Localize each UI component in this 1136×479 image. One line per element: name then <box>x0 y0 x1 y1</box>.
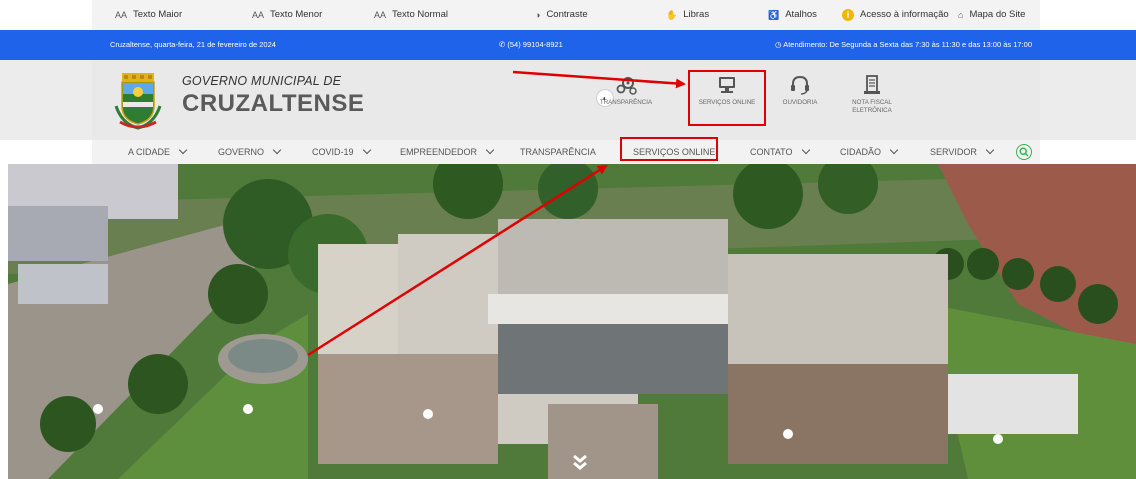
nav-item-label: TRANSPARÊNCIA <box>520 147 596 157</box>
chevron-down-icon <box>272 145 282 155</box>
quick-link-transparencia[interactable]: TRANSPARÊNCIA <box>588 74 664 107</box>
main-navigation: A CIDADE GOVERNO COVID-19 EMPREENDEDOR T… <box>0 137 1136 164</box>
info-bar: Cruzaltense, quarta-feira, 21 de feverei… <box>0 30 1136 60</box>
contraste-button[interactable]: ◑ Contraste <box>535 0 588 30</box>
contraste-label: Contraste <box>546 9 588 20</box>
nav-item-transparencia[interactable]: TRANSPARÊNCIA <box>520 140 596 164</box>
search-icon <box>1019 147 1029 157</box>
font-size-reset-icon: AA <box>374 10 387 20</box>
contrast-icon: ◑ <box>535 10 541 20</box>
libras-button[interactable]: ✋ Libras <box>666 0 709 30</box>
accessibility-bar-inner: AA Texto Maior AA Texto Menor AA Texto Norm… <box>92 0 1040 30</box>
texto-normal-label: Texto Normal <box>392 9 448 20</box>
chevron-down-icon <box>985 145 995 155</box>
chevron-down-icon <box>485 145 495 155</box>
nav-item-label: CIDADÃO <box>840 147 882 157</box>
receipt-icon <box>864 75 880 94</box>
quick-link-ouvidoria[interactable]: OUVIDORIA <box>762 74 838 107</box>
texto-menor-button[interactable]: AA Texto Menor <box>252 0 322 30</box>
texto-menor-label: Texto Menor <box>270 9 323 20</box>
info-icon: i <box>842 9 854 21</box>
nav-item-label: SERVIDOR <box>930 147 977 157</box>
nav-item-label: GOVERNO <box>218 147 265 157</box>
quick-link-transparencia-label: TRANSPARÊNCIA <box>599 99 653 106</box>
annotation-highlight-quick-link <box>688 70 766 126</box>
nav-item-governo[interactable]: GOVERNO <box>218 140 282 164</box>
annotation-highlight-nav-item <box>620 137 718 161</box>
search-button[interactable] <box>1016 144 1032 160</box>
header-title[interactable]: CRUZALTENSE <box>182 90 364 118</box>
accessibility-bar: AA Texto Maior AA Texto Menor AA Texto Norm… <box>0 0 1136 30</box>
nav-item-label: EMPREENDEDOR <box>400 147 478 157</box>
phone-number: (54) 99104-8921 <box>507 40 563 49</box>
mapa-site-label: Mapa do Site <box>969 9 1026 20</box>
chevron-down-icon <box>178 145 188 155</box>
quick-link-nota-fiscal-label: NOTA FISCAL ELETRÔNICA <box>852 99 892 114</box>
headset-icon <box>791 75 809 95</box>
scroll-down-icon[interactable] <box>570 452 590 472</box>
nav-item-a-cidade[interactable]: A CIDADE <box>128 140 188 164</box>
atalhos-label: Atalhos <box>785 9 817 20</box>
acesso-informacao-label: Acesso à informação <box>860 9 949 20</box>
nav-item-empreendedor[interactable]: EMPREENDEDOR <box>400 140 495 164</box>
quick-link-nota-fiscal[interactable]: NOTA FISCAL ELETRÔNICA <box>834 74 910 114</box>
font-size-decrease-icon: AA <box>252 10 265 20</box>
libras-label: Libras <box>683 9 710 20</box>
phone-link[interactable]: ✆ (54) 99104-8921 <box>499 30 563 60</box>
current-date: Cruzaltense, quarta-feira, 21 de feverei… <box>110 40 276 49</box>
chevron-down-icon <box>801 145 810 155</box>
mapa-site-link[interactable]: ⌂ Mapa do Site <box>958 0 1025 30</box>
site-header: GOVERNO MUNICIPAL DE CRUZALTENSE ◐ TRANS… <box>0 60 1136 140</box>
site-header-inner: GOVERNO MUNICIPAL DE CRUZALTENSE ◐ TRANS… <box>92 60 1040 140</box>
nav-item-contato[interactable]: CONTATO <box>750 140 810 164</box>
clock-icon: ◷ <box>775 40 784 49</box>
info-bar-inner: Cruzaltense, quarta-feira, 21 de feverei… <box>92 30 1040 60</box>
sign-language-icon: ✋ <box>666 10 678 20</box>
hero-aerial-photo <box>8 164 1136 479</box>
gears-icon <box>616 77 637 95</box>
chevron-down-icon <box>889 145 899 155</box>
coat-of-arms-logo[interactable] <box>114 72 162 130</box>
opening-hours: ◷ Atendimento: De Segunda a Sexta das 7:… <box>775 30 1032 60</box>
nav-item-label: COVID-19 <box>312 147 354 157</box>
nav-item-servidor[interactable]: SERVIDOR <box>930 140 995 164</box>
accessibility-person-icon: ♿ <box>768 10 780 20</box>
quick-link-ouvidoria-label: OUVIDORIA <box>782 99 818 106</box>
opening-hours-text: Atendimento: De Segunda a Sexta das 7:30… <box>783 40 1033 49</box>
atalhos-button[interactable]: ♿ Atalhos <box>768 0 817 30</box>
texto-maior-label: Texto Maior <box>133 9 183 20</box>
chevron-down-icon <box>362 145 371 155</box>
header-subtitle: GOVERNO MUNICIPAL DE <box>182 74 342 88</box>
nav-item-label: CONTATO <box>750 147 793 157</box>
nav-item-cidadao[interactable]: CIDADÃO <box>840 140 899 164</box>
texto-maior-button[interactable]: AA Texto Maior <box>115 0 182 30</box>
sitemap-icon: ⌂ <box>958 10 964 20</box>
nav-item-covid-19[interactable]: COVID-19 <box>312 140 371 164</box>
acesso-informacao-link[interactable]: i Acesso à informação <box>842 0 949 30</box>
nav-item-label: A CIDADE <box>128 147 171 157</box>
font-size-increase-icon: AA <box>115 10 128 20</box>
main-navigation-inner: A CIDADE GOVERNO COVID-19 EMPREENDEDOR T… <box>92 137 1040 164</box>
texto-normal-button[interactable]: AA Texto Normal <box>374 0 448 30</box>
